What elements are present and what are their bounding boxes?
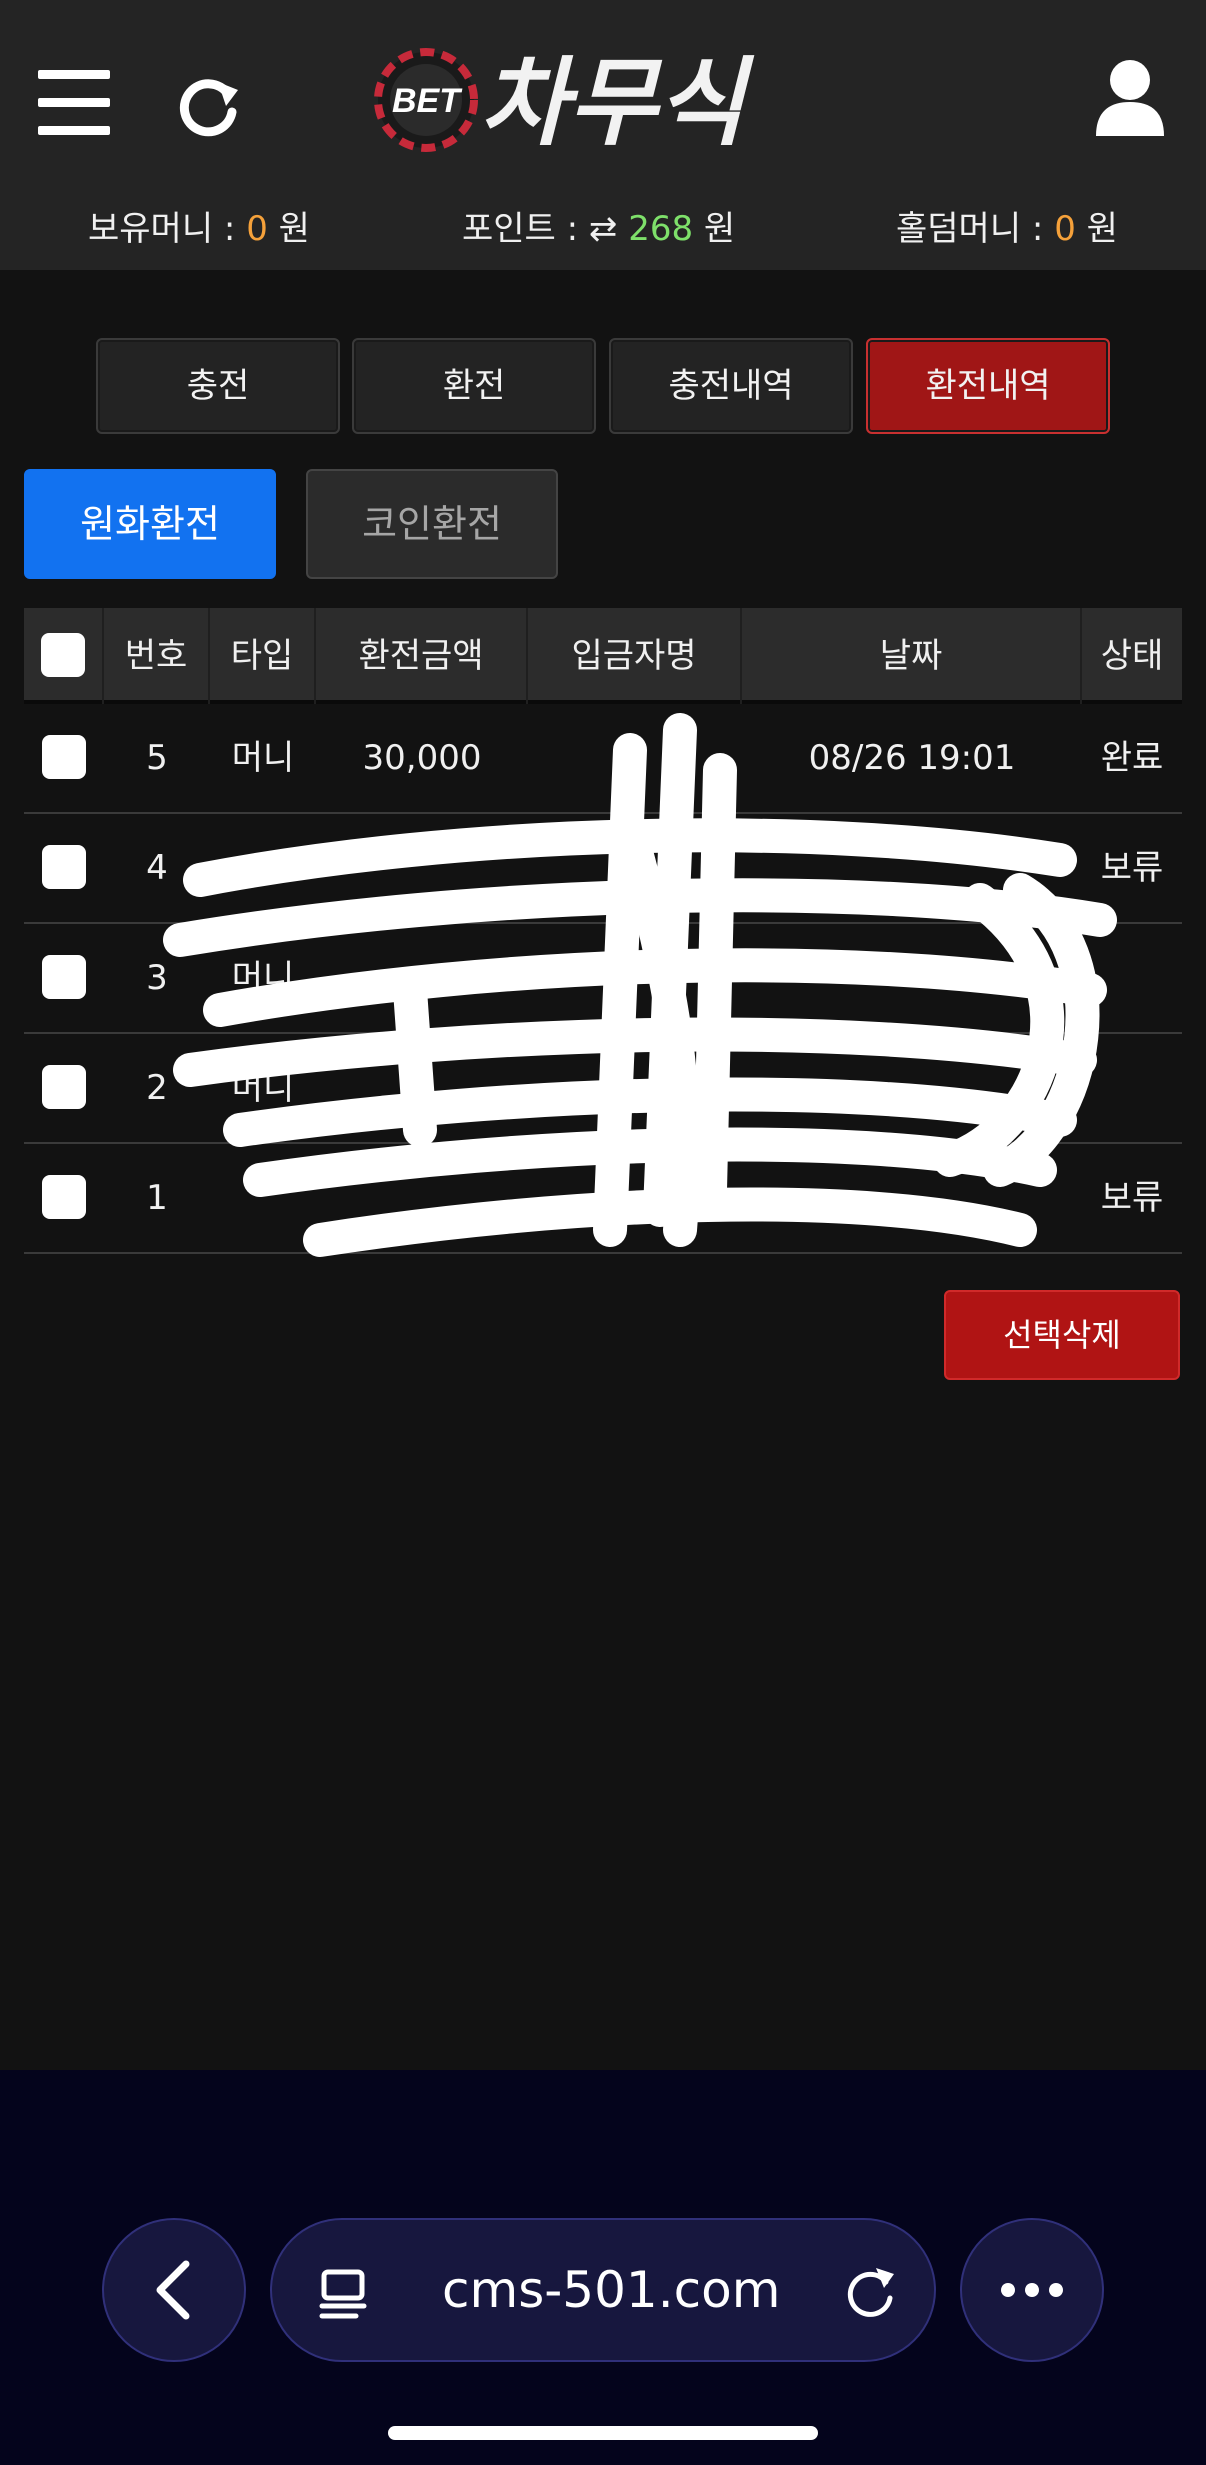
- row-checkbox[interactable]: [42, 734, 86, 779]
- main-tabs: 충전 환전 충전내역 환전내역: [96, 338, 1110, 434]
- holdem-value: 0: [1054, 209, 1076, 249]
- row-checkbox[interactable]: [42, 1174, 86, 1219]
- tab-charge-history[interactable]: 충전내역: [609, 338, 853, 434]
- tab-exchange-history[interactable]: 환전내역: [866, 338, 1110, 434]
- table-header: 번호 타입 환전금액 입금자명 날짜 상태: [24, 608, 1182, 704]
- table-row: 4 보류: [24, 814, 1182, 924]
- balance-row: 보유머니 : 0 원 포인트 : ⇄ 268 원 홀덤머니 : 0 원: [0, 195, 1206, 255]
- row-amount: [316, 1034, 528, 1142]
- header-number: 번호: [104, 608, 210, 704]
- header-status: 상태: [1100, 636, 1164, 676]
- row-number: 3: [146, 958, 168, 998]
- subtab-krw-exchange[interactable]: 원화환전: [24, 469, 276, 579]
- row-number: 4: [146, 848, 168, 888]
- top-header: BET 차무식 보유머니 : 0 원 포인트 : ⇄ 268 원 홀덤머니 : …: [0, 0, 1206, 270]
- browser-toolbar: cms-501.com: [0, 2070, 1206, 2465]
- row-type: 머니: [231, 958, 295, 998]
- table-row: 5 머니 30,000 08/26 19:01 완료: [24, 704, 1182, 814]
- row-checkbox[interactable]: [42, 844, 86, 889]
- row-date: [742, 814, 1082, 922]
- money-balance: 보유머니 : 0 원: [88, 209, 310, 249]
- back-button[interactable]: [102, 2218, 246, 2362]
- user-profile-icon[interactable]: [1094, 58, 1166, 138]
- refresh-icon[interactable]: [178, 74, 242, 138]
- address-bar[interactable]: cms-501.com: [270, 2218, 936, 2362]
- chevron-left-icon: [156, 2260, 190, 2320]
- row-date: [742, 1034, 1082, 1142]
- holdem-balance: 홀덤머니 : 0 원: [896, 209, 1118, 249]
- table-row: 2 머니: [24, 1034, 1182, 1144]
- row-amount: [316, 1144, 528, 1252]
- row-depositor: [528, 814, 742, 922]
- row-status: 보류: [1100, 848, 1164, 888]
- row-checkbox[interactable]: [42, 954, 86, 999]
- exchange-arrows-icon[interactable]: ⇄: [589, 209, 628, 249]
- url-text[interactable]: cms-501.com: [442, 2220, 780, 2360]
- row-amount: [316, 814, 528, 922]
- row-number: 1: [146, 1178, 168, 1218]
- row-depositor: [528, 924, 742, 1032]
- hamburger-menu-icon[interactable]: [38, 70, 110, 135]
- row-depositor: [528, 1034, 742, 1142]
- tab-charge[interactable]: 충전: [96, 338, 340, 434]
- row-status: 보류: [1100, 1178, 1164, 1218]
- row-depositor: [528, 704, 742, 812]
- row-type: 머니: [231, 738, 295, 778]
- row-type: 머니: [231, 1068, 295, 1108]
- table-row: 1 보류: [24, 1144, 1182, 1254]
- subtab-coin-exchange[interactable]: 코인환전: [306, 469, 558, 579]
- row-date: [742, 1144, 1082, 1252]
- header-depositor: 입금자명: [528, 608, 742, 704]
- row-status: [1082, 1034, 1182, 1142]
- row-status: [1082, 924, 1182, 1032]
- row-checkbox[interactable]: [42, 1064, 86, 1109]
- table-row: 3 머니: [24, 924, 1182, 1034]
- site-logo[interactable]: BET 차무식: [370, 38, 820, 159]
- row-depositor: [528, 1144, 742, 1252]
- money-value: 0: [246, 209, 268, 249]
- tab-exchange[interactable]: 환전: [352, 338, 596, 434]
- delete-selected-button[interactable]: 선택삭제: [944, 1290, 1180, 1380]
- header-type: 타입: [210, 608, 316, 704]
- point-balance[interactable]: 포인트 : ⇄ 268 원: [462, 201, 735, 250]
- reload-icon[interactable]: [840, 2262, 900, 2322]
- row-type: [210, 814, 316, 922]
- row-number: 5: [146, 738, 168, 778]
- select-all-checkbox[interactable]: [41, 632, 85, 677]
- ellipsis-icon: [1001, 2283, 1063, 2297]
- home-indicator: [388, 2426, 818, 2440]
- row-number: 2: [146, 1068, 168, 1108]
- logo-badge-text: BET: [392, 82, 463, 120]
- exchange-history-table: 번호 타입 환전금액 입금자명 날짜 상태 5 머니 30,000 08/26 …: [24, 608, 1182, 1254]
- row-date: [742, 924, 1082, 1032]
- header-date: 날짜: [742, 608, 1082, 704]
- row-amount: 30,000: [362, 738, 482, 778]
- header-amount: 환전금액: [316, 608, 528, 704]
- point-value: 268: [628, 209, 694, 249]
- row-date: 08/26 19:01: [808, 738, 1016, 778]
- tab-overview-icon[interactable]: [316, 2264, 372, 2320]
- logo-text: 차무식: [480, 47, 755, 158]
- row-status: 완료: [1100, 738, 1164, 778]
- select-all-cell: [24, 608, 104, 704]
- more-options-button[interactable]: [960, 2218, 1104, 2362]
- row-type: [210, 1144, 316, 1252]
- row-amount: [316, 924, 528, 1032]
